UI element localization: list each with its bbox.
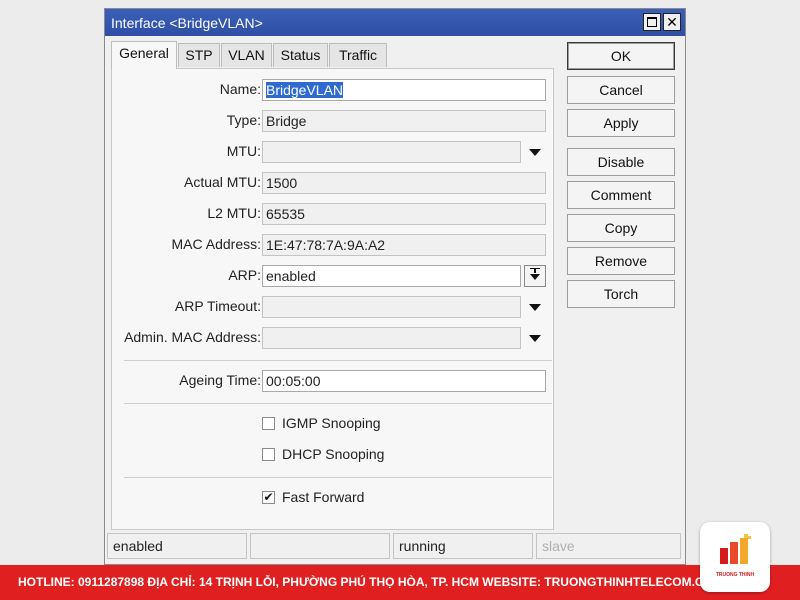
- dhcp-snooping-label: DHCP Snooping: [282, 446, 385, 462]
- ageing-time-input[interactable]: 00:05:00: [262, 370, 546, 392]
- divider: [124, 360, 552, 361]
- tab-general[interactable]: General: [111, 41, 177, 69]
- admin-mac-input[interactable]: [262, 327, 521, 349]
- l2-mtu-field: 65535: [262, 203, 546, 225]
- interface-window: Interface <BridgeVLAN> ✕ General STP VLA…: [104, 8, 686, 565]
- status-bar: enabled running slave: [105, 533, 685, 561]
- checkmark-icon: ✔: [263, 490, 274, 504]
- arp-timeout-input[interactable]: [262, 296, 521, 318]
- torch-button[interactable]: Torch: [567, 280, 675, 308]
- divider: [124, 403, 552, 404]
- status-slave: slave: [536, 533, 681, 559]
- window-title: Interface <BridgeVLAN>: [111, 15, 263, 31]
- tab-traffic[interactable]: Traffic: [329, 43, 387, 67]
- arp-timeout-label: ARP Timeout:: [174, 298, 261, 314]
- actual-mtu-field: 1500: [262, 172, 546, 194]
- ok-button[interactable]: OK: [567, 42, 675, 70]
- footer-banner: HOTLINE: 0911287898 ĐỊA CHỈ: 14 TRỊNH LỖ…: [0, 565, 800, 600]
- status-empty: [250, 533, 390, 559]
- mtu-label: MTU:: [226, 143, 261, 159]
- arp-dropdown-button[interactable]: [524, 265, 546, 287]
- divider: [124, 477, 552, 478]
- fast-forward-label: Fast Forward: [282, 489, 365, 505]
- tab-vlan[interactable]: VLAN: [221, 43, 272, 67]
- chevron-down-icon[interactable]: [529, 335, 541, 342]
- name-value: BridgeVLAN: [266, 82, 344, 98]
- chevron-down-icon[interactable]: [529, 149, 541, 156]
- mtu-input[interactable]: [262, 141, 521, 163]
- chevron-down-icon[interactable]: [529, 304, 541, 311]
- fast-forward-checkbox[interactable]: ✔: [262, 491, 275, 504]
- mac-address-label: MAC Address:: [171, 236, 261, 252]
- logo-mark-icon: [720, 534, 751, 564]
- igmp-snooping-checkbox[interactable]: [262, 417, 275, 430]
- status-running: running: [393, 533, 533, 559]
- footer-text: HOTLINE: 0911287898 ĐỊA CHỈ: 14 TRỊNH LỖ…: [18, 575, 723, 589]
- cancel-button[interactable]: Cancel: [567, 76, 675, 104]
- type-field: Bridge: [262, 110, 546, 132]
- mac-address-field: 1E:47:78:7A:9A:A2: [262, 234, 546, 256]
- remove-button[interactable]: Remove: [567, 247, 675, 275]
- arp-label: ARP:: [228, 267, 261, 283]
- ageing-time-label: Ageing Time:: [179, 372, 261, 388]
- tab-status[interactable]: Status: [273, 43, 328, 67]
- arp-select[interactable]: enabled: [262, 265, 521, 287]
- l2-mtu-label: L2 MTU:: [207, 205, 261, 221]
- background-right: [688, 0, 800, 565]
- comment-button[interactable]: Comment: [567, 181, 675, 209]
- background-left: [0, 0, 104, 565]
- logo-text: TRUONG THINH: [715, 572, 755, 578]
- maximize-icon[interactable]: [643, 13, 661, 31]
- dhcp-snooping-checkbox[interactable]: [262, 448, 275, 461]
- company-logo: TRUONG THINH: [700, 522, 770, 592]
- apply-button[interactable]: Apply: [567, 109, 675, 137]
- copy-button[interactable]: Copy: [567, 214, 675, 242]
- name-input[interactable]: BridgeVLAN: [262, 79, 546, 101]
- general-tab-panel: Name: BridgeVLAN Type: Bridge MTU: Actua…: [111, 68, 554, 530]
- igmp-snooping-label: IGMP Snooping: [282, 415, 381, 431]
- close-icon[interactable]: ✕: [663, 13, 681, 31]
- title-bar[interactable]: Interface <BridgeVLAN> ✕: [105, 9, 685, 36]
- name-label: Name:: [219, 81, 261, 97]
- type-label: Type:: [226, 112, 261, 128]
- status-enabled: enabled: [107, 533, 247, 559]
- disable-button[interactable]: Disable: [567, 148, 675, 176]
- admin-mac-label: Admin. MAC Address:: [124, 329, 261, 345]
- tab-stp[interactable]: STP: [178, 43, 220, 67]
- chevron-down-icon: [530, 274, 540, 280]
- actual-mtu-label: Actual MTU:: [183, 174, 261, 190]
